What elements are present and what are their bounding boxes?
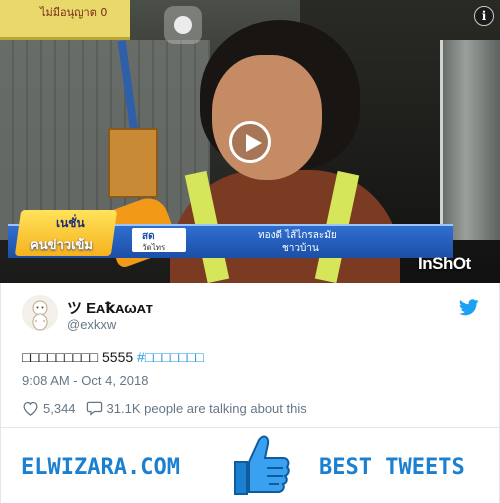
tweet-actions: 5,344 31.1K people are talking about thi… bbox=[22, 400, 317, 416]
conversation-action[interactable]: 31.1K people are talking about this bbox=[86, 400, 307, 416]
news-logo-main-text: คนข่าวเข้ม bbox=[30, 238, 93, 253]
tweet-video[interactable]: ไม่มีอนุญาต 0 เนชั่น คนข่าวเข้ม สด วัดไท… bbox=[0, 0, 500, 283]
screen-name[interactable]: @exkxw bbox=[67, 317, 116, 332]
live-place: วัดไทร bbox=[142, 243, 166, 252]
avatar[interactable] bbox=[22, 295, 58, 331]
twitter-bird-icon[interactable] bbox=[459, 299, 479, 316]
play-icon bbox=[246, 134, 262, 152]
site-name[interactable]: ELWIZARA.COM bbox=[21, 455, 180, 480]
tweet-text: □□□□□□□□□ 5555 #□□□□□□□ bbox=[22, 349, 204, 365]
avatar-figure-icon bbox=[32, 300, 48, 331]
best-tweets-label: BEST TWEETS bbox=[319, 455, 465, 480]
heart-icon bbox=[23, 401, 38, 416]
reporter-role: ชาวบ้าน bbox=[282, 243, 319, 254]
background-sign: ไม่มีอนุญาต 0 bbox=[0, 0, 130, 40]
like-count: 5,344 bbox=[43, 400, 76, 416]
tweet-card: ツ Eᴀꝁᴀωᴀт @exkxw □□□□□□□□□ 5555 #□□□□□□□… bbox=[0, 283, 500, 428]
like-action[interactable]: 5,344 bbox=[22, 400, 76, 416]
person-face bbox=[212, 55, 322, 180]
background-box bbox=[108, 128, 158, 198]
tweet-timestamp[interactable]: 9:08 AM - Oct 4, 2018 bbox=[22, 373, 148, 388]
inshot-watermark: InShOt bbox=[418, 254, 471, 273]
news-logo-top-text: เนชั่น bbox=[56, 216, 85, 230]
play-button[interactable] bbox=[229, 121, 271, 163]
display-name[interactable]: ツ Eᴀꝁᴀωᴀт bbox=[67, 297, 153, 318]
background-fridge bbox=[440, 40, 500, 240]
footer-banner: ELWIZARA.COM BEST TWEETS bbox=[0, 428, 500, 503]
hashtag-link[interactable]: #□□□□□□□ bbox=[137, 349, 204, 365]
speech-bubble-icon bbox=[86, 401, 102, 416]
conversation-count: 31.1K people are talking about this bbox=[106, 400, 307, 416]
record-icon[interactable] bbox=[164, 6, 202, 44]
thumbs-up-icon bbox=[234, 435, 290, 495]
info-icon[interactable]: i bbox=[474, 6, 494, 26]
tweet-text-body: □□□□□□□□□ 5555 bbox=[22, 349, 134, 365]
